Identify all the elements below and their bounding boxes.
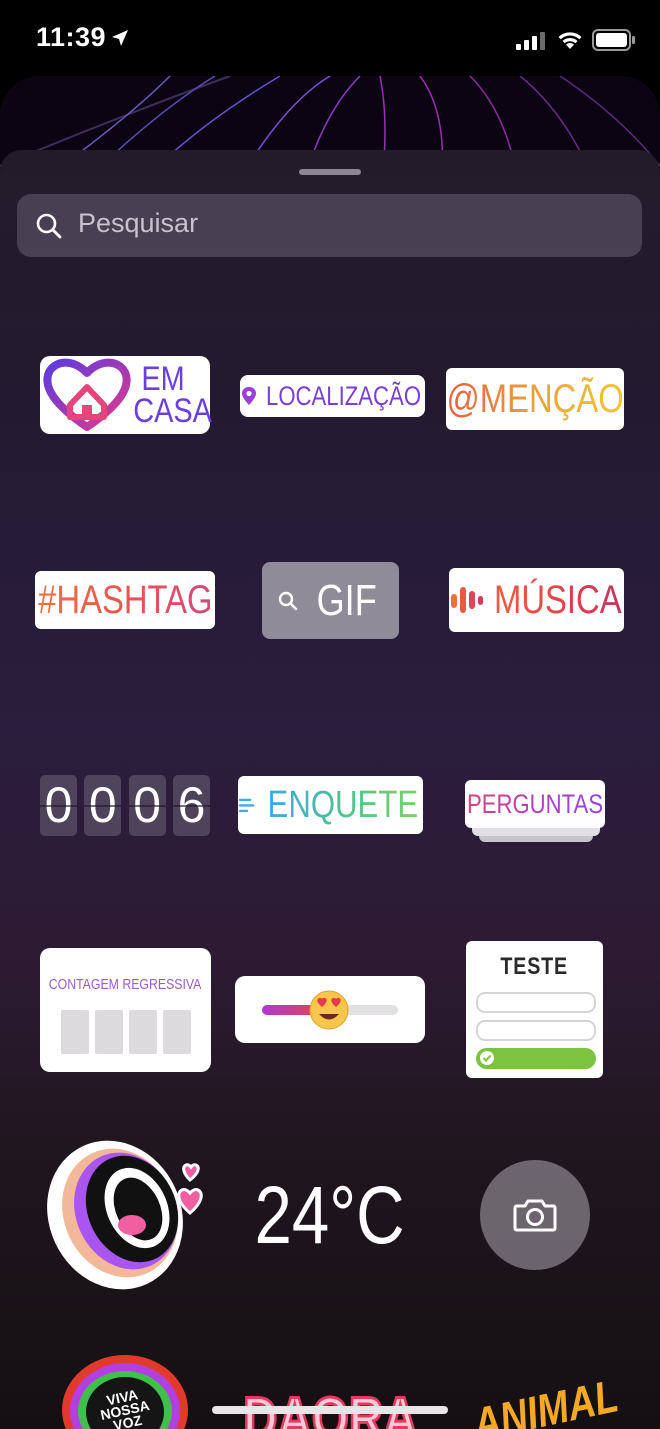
location-sticker[interactable]: LOCALIZAÇÃO [240, 375, 425, 417]
countdown-label: CONTAGEM REGRESSIVA [49, 976, 202, 993]
location-arrow-icon [112, 30, 128, 46]
poll-sticker[interactable]: ENQUETE [238, 776, 423, 834]
status-bar: 11:39 [0, 0, 660, 80]
battery-icon [592, 29, 635, 51]
hashtag-label: #HASHTAG [37, 577, 213, 622]
gif-sticker[interactable]: GIF [262, 562, 399, 639]
gif-label: GIF [316, 575, 377, 625]
camera-icon [513, 1199, 557, 1232]
check-icon [480, 1051, 494, 1065]
daora-sticker[interactable]: DAORA [240, 1378, 420, 1429]
shouting-mouth-sticker[interactable] [40, 1135, 215, 1300]
animal-sticker[interactable]: ANIMAL [463, 1355, 626, 1429]
countdown-sticker[interactable]: CONTAGEM REGRESSIVA [40, 948, 211, 1072]
questions-sticker[interactable]: PERGUNTAS [465, 780, 605, 842]
poll-lines-icon [238, 798, 255, 813]
music-label: MÚSICA [493, 577, 622, 622]
map-pin-icon [241, 387, 256, 405]
search-field[interactable]: Pesquisar [17, 194, 642, 257]
music-sticker[interactable]: MÚSICA [449, 568, 624, 632]
questions-label: PERGUNTAS [466, 788, 604, 819]
sticker-tray: Pesquisar EM CASA LOCALIZAÇÃO @MENÇÃO #H… [0, 150, 660, 1429]
search-icon [36, 213, 62, 239]
countdown-digit: 0 [40, 774, 77, 836]
hashtag-sticker[interactable]: #HASHTAG [35, 571, 215, 629]
quiz-option [476, 1020, 596, 1041]
em-casa-sticker[interactable]: EM CASA [40, 356, 212, 434]
countdown-boxes [61, 1010, 191, 1054]
camera-sticker-button[interactable] [480, 1160, 590, 1270]
mention-label: @MENÇÃO [446, 376, 624, 421]
viva-nossa-voz-sticker[interactable]: VIVA NOSSA VOZ [62, 1355, 188, 1429]
countdown-digits-sticker[interactable]: 0 0 0 6 [40, 774, 210, 836]
quiz-correct-option [476, 1048, 596, 1069]
countdown-digit: 6 [172, 774, 210, 836]
quiz-sticker[interactable]: TESTE [466, 941, 603, 1078]
location-label: LOCALIZAÇÃO [265, 380, 422, 411]
emoji-slider-sticker[interactable] [235, 976, 425, 1043]
heart-eyes-emoji-icon [309, 990, 349, 1030]
animal-label: ANIMAL [467, 1369, 623, 1429]
mention-sticker[interactable]: @MENÇÃO [446, 368, 624, 430]
house-heart-icon [43, 358, 131, 431]
countdown-digit: 0 [128, 774, 166, 836]
music-bars-icon [450, 587, 483, 613]
temperature-sticker[interactable]: 24°C [240, 1170, 420, 1262]
home-indicator[interactable] [212, 1406, 448, 1414]
quiz-label: TESTE [500, 953, 569, 980]
quiz-option [476, 992, 596, 1013]
status-time: 11:39 [36, 22, 107, 52]
signal-icon [516, 32, 545, 50]
sheet-grabber[interactable] [299, 169, 361, 175]
em-casa-label: EM CASA [133, 360, 212, 430]
countdown-digit: 0 [84, 774, 122, 836]
temperature-label: 24°C [254, 1170, 406, 1261]
search-icon [278, 591, 298, 610]
poll-label: ENQUETE [267, 783, 419, 826]
wifi-icon [558, 32, 582, 49]
search-placeholder: Pesquisar [78, 208, 199, 238]
